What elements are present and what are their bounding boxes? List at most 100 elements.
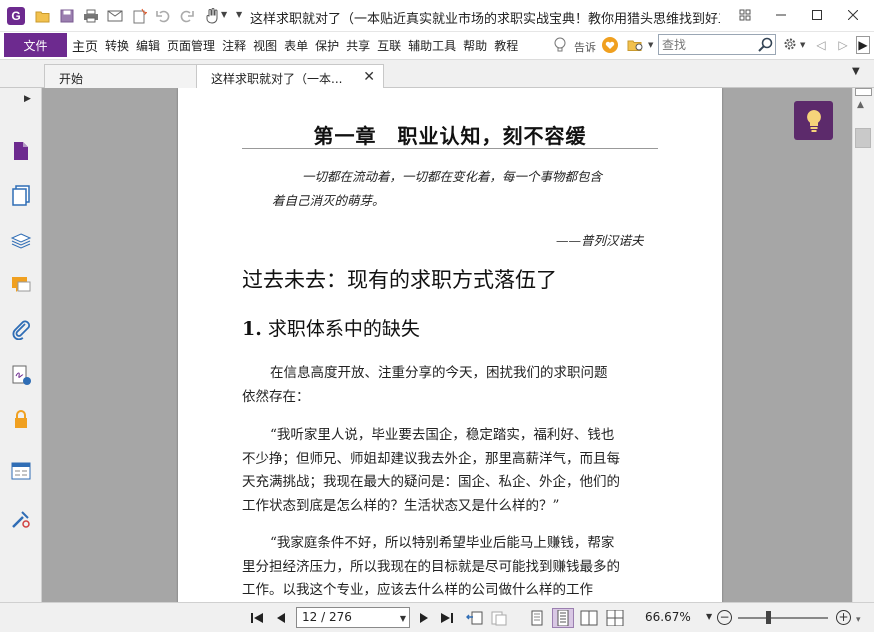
certificate-icon[interactable] [10,508,32,530]
document-tab-strip: 开始 这样求职就对了（一本... ✕ ▼ [0,61,874,90]
first-page-icon[interactable] [248,609,266,627]
menu-item-edit[interactable]: 编辑 [134,37,162,54]
lightbulb-icon [806,109,821,132]
menu-item-view[interactable]: 视图 [251,37,279,54]
search-field[interactable] [658,34,776,55]
restore-layout-icon[interactable] [727,4,763,26]
navigation-panel: ▶ [0,88,42,602]
menu-item-tutorial[interactable]: 教程 [492,37,520,54]
tab-start[interactable]: 开始 [44,64,197,89]
chapter-title: 第一章 职业认知，刻不容缓 [313,124,587,148]
previous-view-icon[interactable] [466,609,484,627]
file-menu-button[interactable]: 文件 [4,33,67,57]
quick-access-menu-icon[interactable]: ▼ [236,10,242,19]
document-page: 第一章 职业认知，刻不容缓 一切都在流动着，一切都在变化着，每一个事物都包含 着… [178,88,722,602]
lightbulb-icon[interactable] [553,37,567,53]
tab-list-dropdown-icon[interactable]: ▼ [852,66,860,77]
gear-icon[interactable] [783,37,797,51]
pages-icon[interactable] [10,184,32,206]
menu-item-share[interactable]: 共享 [344,37,372,54]
page-thumbnails-icon[interactable] [10,140,32,162]
zoom-slider[interactable] [738,617,828,619]
zoom-slider-thumb[interactable] [766,611,771,624]
status-bar: 12 / 276 ▼ 66.67% ▼ − + ▾ [0,602,874,632]
window-title: 这样求职就对了（一本贴近真实就业市场的求职实战宝典！教你用猎头思维找到好工作..… [250,12,720,27]
epigraph-author: ——普列汉诺夫 [556,233,644,248]
section-heading: 过去未去：现有的求职方式落伍了 [242,268,557,292]
search-icon[interactable] [758,37,773,52]
continuous-facing-view-icon[interactable] [606,609,624,627]
settings-dropdown-icon[interactable]: ▼ [800,41,805,49]
subsection-title: 求职体系中的缺失 [267,318,420,340]
subsection-heading: 1. 求职体系中的缺失 [242,314,420,341]
next-page-icon[interactable] [415,609,433,627]
find-dropdown-icon[interactable]: ▼ [648,41,653,49]
form-fields-icon[interactable] [10,460,32,482]
menu-item-organize[interactable]: 页面管理 [165,37,217,54]
ribbon-scroll-left-icon[interactable]: ◁ [814,36,828,54]
split-view-handle[interactable] [855,88,872,96]
menu-item-form[interactable]: 表单 [282,37,310,54]
zoom-in-icon[interactable]: + [836,610,851,625]
page-dropdown-icon[interactable]: ▼ [400,614,406,623]
scrollbar-thumb[interactable] [855,128,871,148]
vertical-scrollbar[interactable]: ▲ [852,88,874,602]
attachment-icon[interactable] [10,318,32,341]
zoom-dropdown-icon[interactable]: ▼ [706,612,712,621]
next-view-icon[interactable] [490,609,508,627]
scroll-up-arrow-icon[interactable]: ▲ [857,100,864,110]
page-number-field[interactable]: 12 / 276 ▼ [296,607,410,628]
single-page-view-icon[interactable] [528,609,546,627]
print-icon[interactable] [82,7,100,25]
tips-button[interactable] [794,101,833,140]
close-window-button[interactable] [835,4,871,26]
title-bar: G ▼ ▼ 这样求职就对了（一本贴近真实就业市场的求职实战宝典！教你用猎头思维找… [0,0,874,32]
like-icon[interactable] [602,37,618,53]
maximize-button[interactable] [799,4,835,26]
new-icon[interactable] [130,7,148,25]
fit-page-dropdown-icon[interactable]: ▾ [856,615,861,625]
document-viewport[interactable]: 第一章 职业认知，刻不容缓 一切都在流动着，一切都在变化着，每一个事物都包含 着… [42,88,852,602]
search-input[interactable] [659,35,755,54]
layers-icon[interactable] [10,230,32,252]
menu-item-help[interactable]: 帮助 [461,37,489,54]
minimize-button[interactable] [763,4,799,26]
customize-dropdown-icon[interactable]: ▼ [221,10,227,19]
paragraph-line: 里分担经济压力，所以我现在的目标就是尽可能找到赚钱最多的 [242,558,620,575]
zoom-level[interactable]: 66.67% [645,610,691,624]
expand-panel-icon[interactable]: ▶ [24,94,31,104]
paragraph-3: “我家庭条件不好，所以特别希望毕业后能马上赚钱，帮家 里分担经济压力，所以我现在… [242,532,658,602]
continuous-view-icon[interactable] [552,608,574,628]
menu-item-connect[interactable]: 互联 [375,37,403,54]
menu-item-convert[interactable]: 转换 [103,37,131,54]
zoom-out-icon[interactable]: − [717,610,732,625]
paragraph-line: 不少挣；但师兄、师姐却建议我去外企，那里高薪洋气，而且每 [242,450,620,467]
redo-icon[interactable] [178,7,196,25]
tab-document[interactable]: 这样求职就对了（一本... ✕ [196,64,384,90]
menu-item-accessibility[interactable]: 辅助工具 [406,37,458,54]
close-tab-icon[interactable]: ✕ [363,69,375,85]
menu-item-protect[interactable]: 保护 [313,37,341,54]
ribbon-scroll-right-icon[interactable]: ▷ [836,36,850,54]
find-folder-icon[interactable] [627,37,645,56]
page-number-value: 12 / 276 [302,610,352,624]
facing-view-icon[interactable] [580,609,598,627]
paragraph-1: 在信息高度开放、注重分享的今天，困扰我们的求职问题 依然存在： [242,362,658,409]
open-folder-icon[interactable] [34,7,52,25]
undo-icon[interactable] [154,7,172,25]
signature-icon[interactable] [10,364,32,386]
comments-icon[interactable] [10,274,32,296]
lock-icon[interactable] [10,408,32,430]
subsection-number: 1. [242,318,262,340]
ribbon-expand-icon[interactable]: ▶ [856,36,870,54]
menu-item-home[interactable]: 主页 [70,36,100,55]
tell-me-label[interactable]: 告诉 [574,39,596,55]
hand-tool-icon[interactable] [203,7,221,25]
app-logo[interactable]: G [7,7,25,25]
email-icon[interactable] [106,7,124,25]
last-page-icon[interactable] [438,609,456,627]
ribbon-menu-bar: 文件 主页 转换 编辑 页面管理 注释 视图 表单 保护 共享 互联 辅助工具 … [0,32,874,60]
menu-item-comment[interactable]: 注释 [220,37,248,54]
save-icon[interactable] [58,7,76,25]
previous-page-icon[interactable] [272,609,290,627]
